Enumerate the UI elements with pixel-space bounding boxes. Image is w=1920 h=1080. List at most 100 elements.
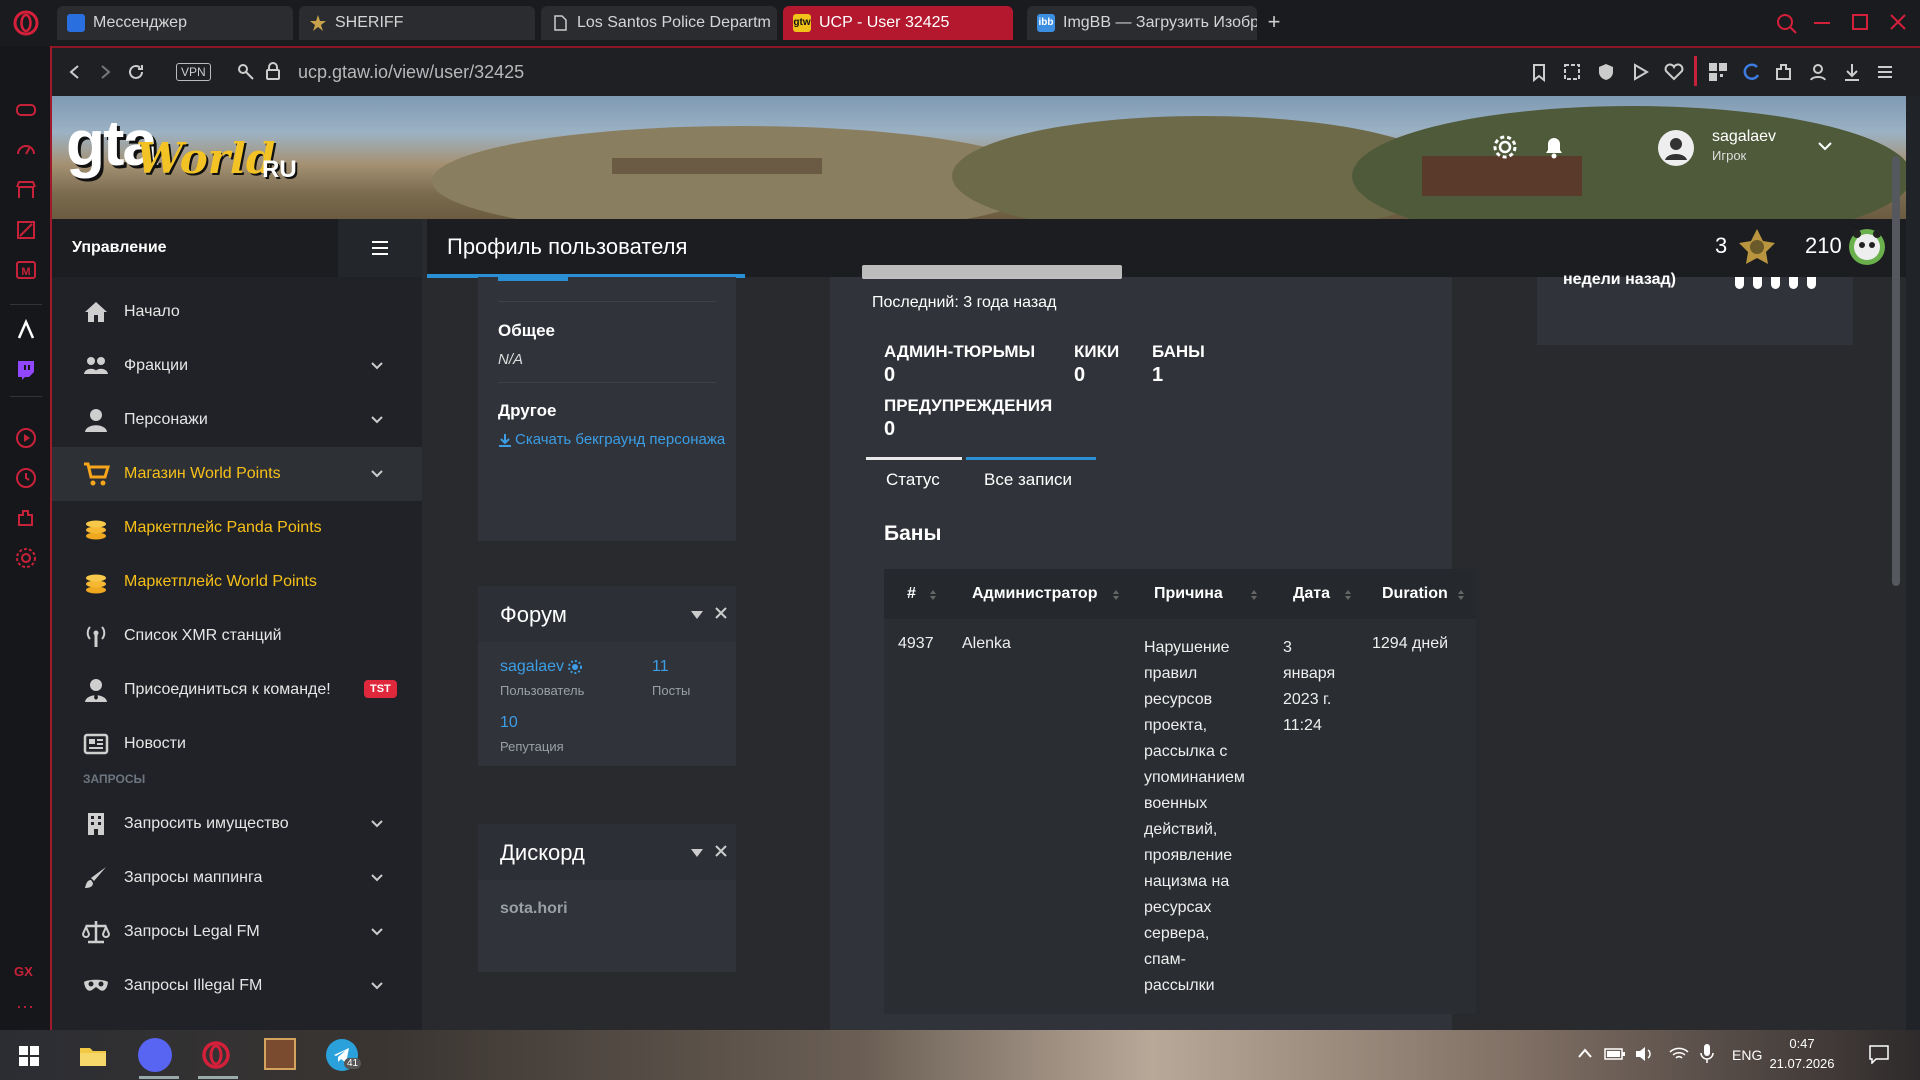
vpn-badge[interactable]: VPN <box>176 63 211 81</box>
mask-icon <box>84 979 108 991</box>
col-date-header[interactable]: Дата <box>1293 585 1330 603</box>
col-reason-header[interactable]: Причина <box>1154 585 1223 603</box>
extensions-icon[interactable] <box>14 506 38 530</box>
col-admin-header[interactable]: Администратор <box>972 585 1097 603</box>
sidebar-item-request-property[interactable]: Запросить имущество <box>52 797 422 851</box>
shield-icon[interactable] <box>1597 63 1615 81</box>
col-id-header[interactable]: # <box>907 585 916 603</box>
gx-mail-icon[interactable]: M <box>14 258 38 282</box>
panda-points-icon[interactable] <box>1845 225 1889 269</box>
sort-icon[interactable] <box>1344 589 1352 601</box>
back-icon[interactable] <box>66 63 84 81</box>
store-icon[interactable] <box>14 178 38 202</box>
sidebar-item-mapping-requests[interactable]: Запросы маппинга <box>52 851 422 905</box>
sidebar-item-join-team[interactable]: Присоединиться к команде! TST <box>52 663 422 717</box>
key-icon[interactable] <box>236 62 256 82</box>
page-scrollbar[interactable] <box>1892 156 1900 586</box>
volume-icon[interactable] <box>1634 1044 1656 1064</box>
sort-icon[interactable] <box>1112 589 1120 601</box>
microphone-icon[interactable] <box>1700 1043 1714 1065</box>
gta-world-logo[interactable]: gta World RU <box>66 106 297 206</box>
col-duration-header[interactable]: Duration <box>1382 585 1448 603</box>
player-icon[interactable] <box>14 426 38 450</box>
puzzle-icon[interactable] <box>1774 62 1794 82</box>
sidebar-item-characters[interactable]: Персонажи <box>52 393 422 447</box>
sidebar-item-xmr-stations[interactable]: Список XMR станций <box>52 609 422 663</box>
bell-icon[interactable] <box>1542 134 1566 160</box>
aria-ai-icon[interactable] <box>14 318 38 342</box>
forward-icon[interactable] <box>96 63 114 81</box>
sidebar-item-world-marketplace[interactable]: Маркетплейс World Points <box>52 555 422 609</box>
profile-icon[interactable] <box>1808 62 1828 82</box>
news-feed-icon[interactable] <box>14 218 38 242</box>
twitch-icon[interactable] <box>14 358 38 382</box>
qr-code-icon[interactable] <box>1708 62 1728 82</box>
download-icon[interactable] <box>1842 62 1862 82</box>
file-explorer-icon[interactable] <box>78 1042 108 1068</box>
gamepad-icon[interactable] <box>14 98 38 122</box>
lock-icon[interactable] <box>264 61 282 81</box>
close-icon[interactable] <box>1888 12 1908 32</box>
minimize-icon[interactable] <box>1814 22 1830 24</box>
tray-expand-icon[interactable] <box>1578 1048 1592 1058</box>
tab-status[interactable]: Статус <box>886 470 940 490</box>
notifications-icon[interactable] <box>1868 1044 1890 1064</box>
gear-icon[interactable] <box>1492 134 1518 160</box>
download-background-link[interactable]: Скачать бекграунд персонажа <box>498 431 725 448</box>
forum-posts-value[interactable]: 11 <box>652 658 669 676</box>
tab-lspd[interactable]: Los Santos Police Departm <box>541 6 777 40</box>
sort-icon[interactable] <box>929 589 937 601</box>
opera-logo-icon[interactable] <box>12 9 40 37</box>
collapse-caret-icon[interactable] <box>690 610 704 620</box>
forum-user-link[interactable]: sagalaev <box>500 658 583 676</box>
language-indicator[interactable]: ENG <box>1732 1047 1762 1063</box>
search-icon[interactable] <box>1776 13 1798 35</box>
url-field[interactable]: ucp.gtaw.io/view/user/32425 <box>298 62 524 83</box>
tab-messenger[interactable]: Мессенджер <box>57 6 293 40</box>
sidebar-item-legal-fm[interactable]: Запросы Legal FM <box>52 905 422 959</box>
clock-date[interactable]: 21.07.2026 <box>1762 1056 1842 1071</box>
play-icon[interactable] <box>1631 63 1649 81</box>
easy-setup-menu-icon[interactable] <box>1875 62 1895 82</box>
sidebar-item-world-points-shop[interactable]: Магазин World Points <box>52 447 422 501</box>
more-icon[interactable]: ··· <box>16 996 34 1017</box>
forum-rep-value[interactable]: 10 <box>500 714 518 732</box>
wifi-icon[interactable] <box>1668 1044 1690 1064</box>
sidebar-item-illegal-fm[interactable]: Запросы Illegal FM <box>52 959 422 1013</box>
rank-badge-icon[interactable] <box>1737 227 1777 267</box>
settings-icon[interactable] <box>14 546 38 570</box>
game-app-icon[interactable] <box>264 1038 296 1070</box>
chevron-down-icon[interactable] <box>1817 140 1833 152</box>
windows-start-icon[interactable] <box>18 1045 40 1067</box>
clock-time[interactable]: 0:47 <box>1762 1036 1842 1051</box>
menu-toggle-button[interactable] <box>338 219 422 277</box>
new-tab-button[interactable]: + <box>1262 10 1286 34</box>
tab-sheriff[interactable]: SHERIFF <box>299 6 535 40</box>
site-banner: gta World RU sagalaev Игрок <box>52 96 1906 246</box>
history-icon[interactable] <box>14 466 38 490</box>
tab-imgbb[interactable]: ibb ImgBB — Загрузить Изобр <box>1027 6 1257 40</box>
avatar[interactable] <box>1658 130 1694 166</box>
sort-icon[interactable] <box>1457 589 1465 601</box>
sidebar-item-panda-marketplace[interactable]: Маркетплейс Panda Points <box>52 501 422 555</box>
tab-ucp-active[interactable]: gtw UCP - User 32425 <box>783 6 1013 40</box>
user-name[interactable]: sagalaev <box>1712 128 1776 146</box>
reload-icon[interactable] <box>126 62 146 82</box>
sidebar-item-news[interactable]: Новости <box>52 717 422 771</box>
sort-icon[interactable] <box>1250 589 1258 601</box>
snapshot-icon[interactable] <box>1563 63 1581 81</box>
opera-gx-icon[interactable] <box>200 1039 232 1071</box>
discord-icon[interactable] <box>138 1038 172 1072</box>
heart-icon[interactable] <box>1664 63 1684 81</box>
restore-icon[interactable] <box>1852 14 1868 30</box>
collapse-caret-icon[interactable] <box>690 848 704 858</box>
close-icon[interactable] <box>714 606 728 620</box>
battery-icon[interactable] <box>1604 1045 1626 1063</box>
bookmark-pin-icon[interactable] <box>1530 63 1548 83</box>
sidebar-item-factions[interactable]: Фракции <box>52 339 422 393</box>
tab-all-records[interactable]: Все записи <box>984 470 1072 490</box>
speedometer-icon[interactable] <box>14 138 38 162</box>
sync-icon[interactable] <box>1742 62 1762 82</box>
close-icon[interactable] <box>714 844 728 858</box>
sidebar-item-home[interactable]: Начало <box>52 285 422 339</box>
